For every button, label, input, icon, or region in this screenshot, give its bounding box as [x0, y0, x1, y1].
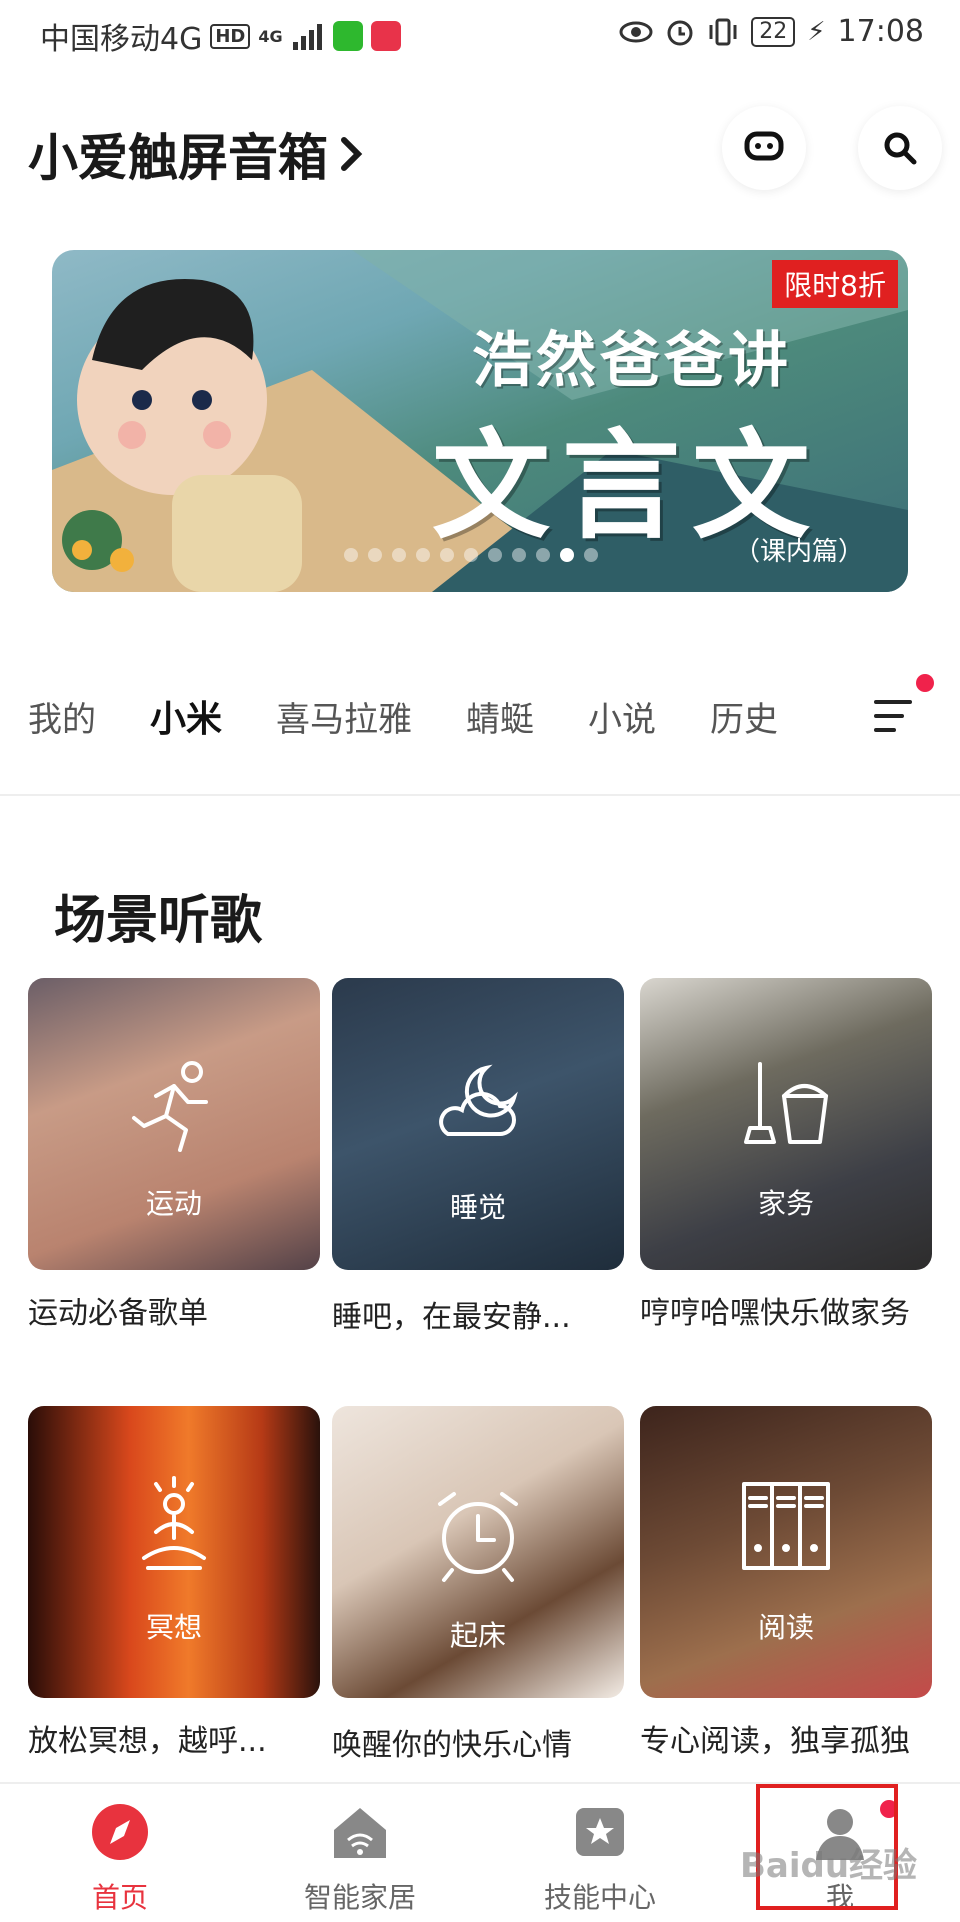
tab-menu-button[interactable]	[874, 700, 912, 732]
carousel-dot[interactable]	[488, 548, 502, 562]
carousel-dot[interactable]	[512, 548, 526, 562]
smart-home-icon	[334, 1808, 386, 1858]
chat-bubble-icon	[744, 131, 784, 161]
compass-icon	[92, 1804, 148, 1860]
alarm-icon	[667, 20, 693, 45]
card-caption[interactable]: 哼哼哈嘿快乐做家务	[640, 1288, 910, 1332]
banner-subtitle: （课内篇）	[733, 537, 864, 567]
carousel-indicator[interactable]	[344, 548, 598, 562]
device-name: 小爱触屏音箱	[28, 129, 328, 187]
card-label: 运动	[145, 1187, 202, 1220]
scene-card-reading[interactable]: 阅读	[640, 1406, 932, 1698]
card-label: 睡觉	[449, 1191, 506, 1224]
nav-label: 首页	[91, 1881, 148, 1914]
alarm-clock-icon	[438, 1492, 518, 1582]
search-icon	[884, 132, 917, 165]
nav-home[interactable]: 首页	[0, 1784, 240, 1922]
watermark: Baidu经验	[740, 1846, 918, 1886]
promo-banner[interactable]: 限时8折 浩然爸爸讲 文言文 （课内篇）	[52, 250, 908, 592]
status-bar: 中国移动4G HD 4G 22 ⚡ 17:08	[0, 0, 960, 66]
device-selector[interactable]: 小爱触屏音箱	[28, 118, 366, 190]
nav-smart-home[interactable]: 智能家居	[240, 1784, 480, 1922]
carousel-dot[interactable]	[536, 548, 550, 562]
card-caption[interactable]: 睡吧，在最安静...	[332, 1292, 571, 1336]
card-label: 冥想	[145, 1611, 202, 1644]
charging-icon: ⚡	[807, 16, 826, 47]
card-caption[interactable]: 放松冥想，越呼...	[28, 1716, 267, 1760]
eye-icon	[619, 21, 653, 42]
star-box-icon	[576, 1808, 624, 1856]
carousel-dot[interactable]	[464, 548, 478, 562]
wechat-app-icon	[332, 21, 363, 51]
nav-label: 智能家居	[303, 1881, 416, 1914]
scene-card-housework[interactable]: 家务	[640, 978, 932, 1270]
vibrate-icon	[709, 18, 737, 45]
search-button[interactable]	[858, 106, 942, 190]
network-type: 4G	[258, 26, 283, 46]
clock: 17:08	[837, 14, 924, 49]
chevron-right-icon	[341, 137, 363, 171]
carousel-dot[interactable]	[392, 548, 406, 562]
scene-card-wakeup[interactable]: 起床	[332, 1406, 624, 1698]
card-label: 起床	[449, 1619, 506, 1652]
card-caption[interactable]: 运动必备歌单	[28, 1288, 208, 1332]
notification-dot	[916, 674, 934, 692]
tab-item[interactable]: 小米	[150, 690, 222, 742]
nav-label: 技能中心	[543, 1881, 656, 1914]
banner-title-line1: 浩然爸爸讲	[472, 326, 792, 396]
tab-item[interactable]: 小说	[588, 692, 656, 741]
chat-button[interactable]	[722, 106, 806, 190]
discount-tag: 限时8折	[772, 260, 898, 308]
battery-indicator: 22	[751, 16, 796, 47]
nav-skills[interactable]: 技能中心	[480, 1784, 720, 1922]
card-label: 阅读	[757, 1611, 814, 1644]
meditation-icon	[142, 1476, 206, 1570]
running-icon	[132, 1061, 208, 1152]
carousel-dot[interactable]	[416, 548, 430, 562]
divider	[0, 794, 960, 796]
category-tabs: 我的 小米 喜马拉雅 蜻蜓 小说 历史	[28, 690, 832, 742]
tab-item[interactable]: 历史	[710, 692, 778, 741]
card-caption[interactable]: 唤醒你的快乐心情	[332, 1720, 572, 1764]
tab-item[interactable]: 喜马拉雅	[276, 692, 412, 741]
card-caption[interactable]: 专心阅读，独享孤独	[640, 1716, 910, 1760]
hd-badge: HD	[210, 23, 251, 49]
section-title: 场景听歌	[54, 891, 263, 951]
moon-cloud-icon	[439, 1064, 518, 1136]
tab-item[interactable]: 蜻蜓	[466, 692, 534, 741]
scene-card-sleep[interactable]: 睡觉	[332, 978, 624, 1270]
mop-bucket-icon	[744, 1062, 828, 1144]
bookshelf-icon	[742, 1482, 830, 1570]
tab-item[interactable]: 我的	[28, 692, 96, 741]
scene-card-sport[interactable]: 运动	[28, 978, 320, 1270]
carousel-dot[interactable]	[584, 548, 598, 562]
carousel-dot[interactable]	[368, 548, 382, 562]
carrier-label: 中国移动4G	[40, 22, 203, 57]
signal-icon	[292, 24, 322, 50]
card-label: 家务	[757, 1187, 814, 1220]
carousel-dot[interactable]	[344, 548, 358, 562]
carousel-dot[interactable]	[440, 548, 454, 562]
pinduoduo-app-icon	[370, 21, 401, 51]
carousel-dot[interactable]	[560, 548, 574, 562]
scene-card-meditation[interactable]: 冥想	[28, 1406, 320, 1698]
